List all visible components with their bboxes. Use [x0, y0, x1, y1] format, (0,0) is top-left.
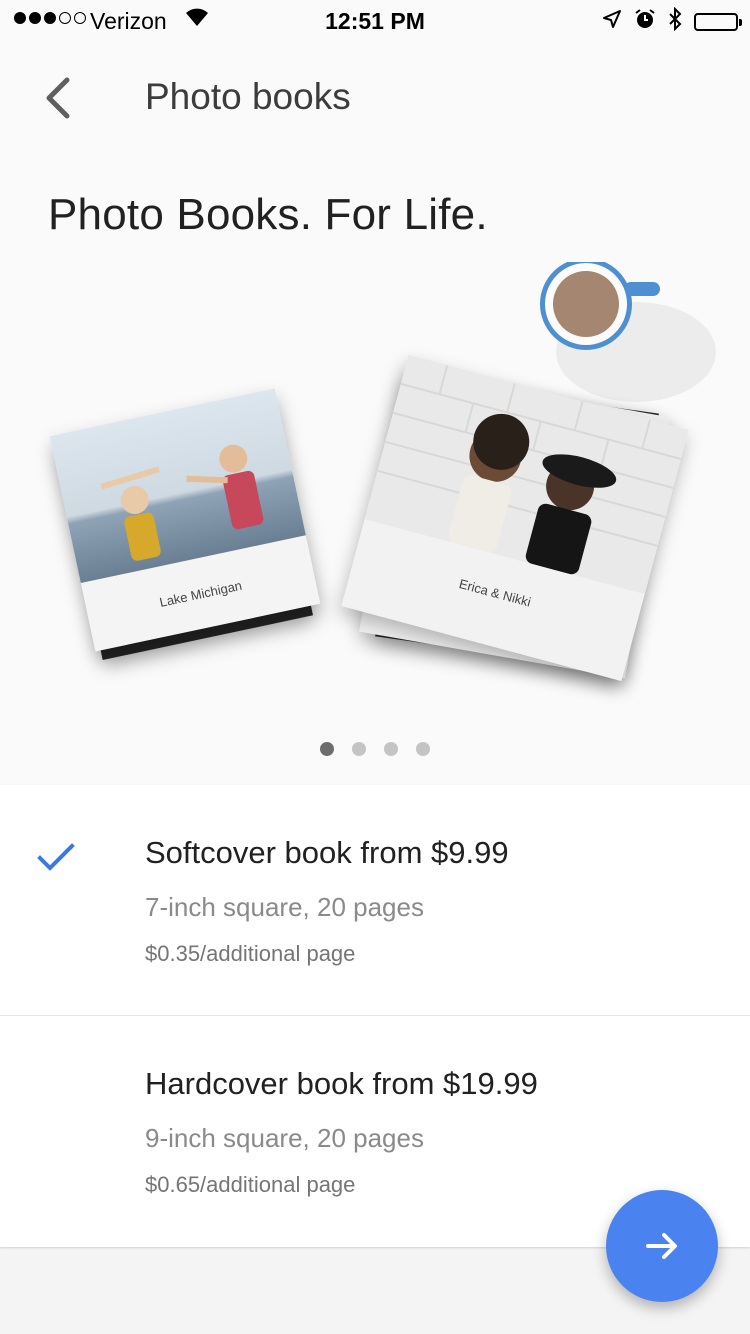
pagination-dot[interactable]	[352, 742, 366, 756]
option-subtitle: 7-inch square, 20 pages	[145, 892, 424, 922]
location-arrow-icon	[602, 9, 622, 35]
back-button[interactable]	[30, 70, 86, 126]
option-title: Hardcover book from $19.99	[145, 1066, 538, 1101]
next-button[interactable]	[606, 1190, 718, 1302]
option-title: Softcover book from $9.99	[145, 835, 509, 870]
alarm-icon	[634, 8, 656, 36]
option-price-note: $0.65/additional page	[145, 1172, 356, 1197]
option-price-note: $0.35/additional page	[145, 941, 356, 966]
carousel-pagination	[0, 742, 750, 756]
bluetooth-icon	[668, 6, 682, 37]
pagination-dot[interactable]	[416, 742, 430, 756]
check-icon	[36, 841, 76, 878]
hero-heading: Photo Books. For Life.	[48, 190, 488, 239]
softcover-book-image-top: Lake Michigan	[49, 388, 321, 652]
page-title: Photo books	[145, 76, 351, 117]
option-subtitle: 9-inch square, 20 pages	[145, 1123, 424, 1153]
battery-icon	[694, 13, 742, 31]
pagination-dot[interactable]	[384, 742, 398, 756]
softcover-option[interactable]: Softcover book from $9.99 7-inch square,…	[0, 785, 750, 1016]
pagination-dot[interactable]	[320, 742, 334, 756]
status-bar: Verizon 12:51 PM	[0, 0, 750, 40]
chevron-left-icon	[46, 77, 70, 119]
book-options-list: Softcover book from $9.99 7-inch square,…	[0, 785, 750, 1247]
coffee-mug-image	[540, 262, 716, 402]
arrow-right-icon	[646, 1233, 677, 1259]
